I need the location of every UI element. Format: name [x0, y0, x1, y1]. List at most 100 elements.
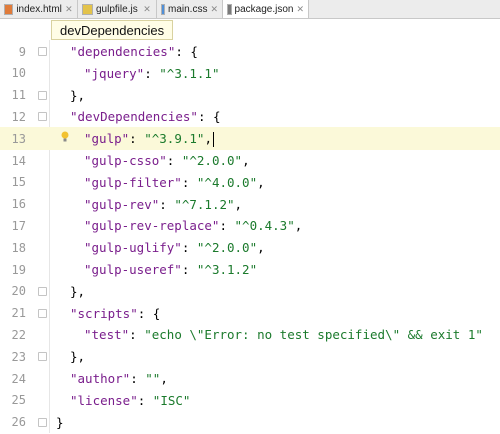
code-text: "gulp-rev-replace": "^0.4.3",: [84, 218, 302, 233]
code-editor[interactable]: 9 "dependencies": {10 "jquery": "^3.1.1" 11…: [0, 40, 500, 433]
code-line: 18 "gulp-uglify": "^2.0.0",: [0, 236, 500, 259]
close-icon[interactable]: ✕: [296, 4, 304, 15]
code-line: 16 "gulp-rev": "^7.1.2",: [0, 193, 500, 216]
json-punctuation: :: [159, 196, 175, 212]
fold-marker-icon[interactable]: [38, 112, 47, 122]
json-punctuation: :: [144, 65, 160, 81]
line-number: 14: [11, 153, 26, 168]
json-key: "gulp-filter": [84, 174, 182, 190]
json-string-value: "^3.1.1": [159, 65, 220, 81]
code-line: 13 "gulp": "^3.9.1",: [0, 127, 500, 151]
code-line: 22 "test": "echo \"Error: no test specifi…: [0, 323, 500, 346]
css-file-icon: [161, 3, 165, 15]
json-punctuation: ,: [257, 240, 265, 256]
json-key: "dependencies": [70, 44, 176, 59]
json-string-value: "^4.0.0": [196, 174, 258, 190]
code-text: "license": "ISC": [70, 393, 190, 408]
code-text: "gulp-csso": "^2.0.0",: [84, 153, 250, 168]
code-text: "test": "echo \"Error: no test specified…: [84, 327, 483, 342]
close-icon[interactable]: ✕: [142, 4, 152, 15]
line-number: 19: [11, 262, 26, 277]
json-string-value: "ISC": [152, 392, 191, 408]
editor-tab-bar: index.html ✕ gulpfile.js ✕ main.css ✕ package.…: [0, 0, 500, 19]
code-line: 23},: [0, 345, 500, 368]
json-string-value: "^3.9.1": [144, 130, 205, 146]
json-punctuation: : {: [197, 109, 221, 125]
code-text: "author": "",: [70, 371, 168, 386]
json-punctuation: :: [181, 240, 197, 256]
json-punctuation: ,: [234, 196, 243, 212]
lightbulb-icon[interactable]: [61, 131, 69, 142]
fold-marker-icon[interactable]: [38, 352, 47, 362]
code-line: 20},: [0, 280, 500, 303]
json-punctuation: :: [219, 218, 235, 234]
tab-package-json[interactable]: package.json ✕: [223, 0, 309, 18]
json-punctuation: ,: [294, 218, 303, 234]
line-number: 11: [11, 88, 26, 103]
html-file-icon: [4, 3, 14, 15]
tab-label: index.html: [16, 3, 62, 15]
code-text: "scripts": {: [70, 306, 160, 321]
json-punctuation: :: [137, 392, 153, 408]
code-line: 11},: [0, 84, 500, 107]
json-string-value: "^0.4.3": [234, 218, 295, 234]
json-punctuation: }: [56, 414, 64, 430]
js-file-icon: [82, 3, 93, 15]
fold-marker-icon[interactable]: [38, 90, 47, 100]
close-icon[interactable]: ✕: [65, 4, 73, 15]
code-text: "dependencies": {: [70, 44, 198, 59]
code-text: "gulp-filter": "^4.0.0",: [84, 175, 265, 190]
json-punctuation: ,: [242, 153, 250, 168]
breadcrumb-popup[interactable]: devDependencies: [51, 20, 174, 40]
fold-marker-icon[interactable]: [38, 417, 47, 427]
line-number: 9: [18, 44, 26, 59]
line-number: 26: [11, 415, 26, 430]
tab-label: main.css: [168, 3, 208, 15]
code-text: "jquery": "^3.1.1": [84, 66, 220, 81]
json-string-value: "echo \"Error: no test specified\" && ex…: [144, 327, 483, 343]
code-line: 14 "gulp-csso": "^2.0.0",: [0, 149, 500, 172]
code-text: "gulp-useref": "^3.1.2": [84, 262, 257, 277]
tab-index-html[interactable]: index.html ✕: [0, 0, 78, 18]
breadcrumb-popup-label: devDependencies: [60, 22, 165, 38]
tab-main-css[interactable]: main.css ✕: [157, 0, 223, 18]
code-text: "gulp": "^3.9.1",: [84, 131, 214, 147]
line-number: 17: [11, 218, 26, 233]
code-text: },: [70, 349, 85, 364]
json-string-value: "^2.0.0": [196, 240, 258, 256]
code-line: 9 "dependencies": {: [0, 40, 500, 63]
line-number: 10: [11, 66, 26, 81]
tab-label: gulpfile.js: [96, 3, 138, 15]
fold-marker-icon[interactable]: [38, 308, 47, 318]
json-punctuation: },: [70, 283, 86, 299]
json-punctuation: ,: [160, 371, 168, 386]
fold-marker-icon[interactable]: [38, 286, 47, 296]
line-number: 18: [11, 240, 26, 255]
json-key: "license": [70, 392, 138, 408]
json-key: "scripts": [70, 305, 138, 321]
code-text: },: [70, 284, 85, 299]
code-text: "gulp-rev": "^7.1.2",: [84, 197, 242, 212]
line-number: 25: [11, 393, 26, 408]
close-icon[interactable]: ✕: [210, 4, 218, 15]
fold-marker-icon[interactable]: [38, 47, 47, 56]
code-text: "devDependencies": {: [70, 109, 221, 124]
json-punctuation: ,: [204, 130, 212, 146]
line-number: 15: [11, 175, 26, 190]
code-text: },: [70, 88, 85, 103]
tab-gulpfile-js[interactable]: gulpfile.js ✕: [78, 0, 157, 18]
json-punctuation: ,: [257, 174, 265, 190]
json-punctuation: :: [129, 327, 145, 343]
json-key: "gulp-csso": [84, 153, 167, 168]
json-punctuation: :: [130, 371, 146, 386]
json-key: "gulp-uglify": [84, 240, 182, 256]
json-punctuation: :: [181, 262, 197, 277]
code-line: 12 "devDependencies": {: [0, 105, 500, 128]
code-text: }: [56, 415, 64, 430]
code-line: 24 "author": "",: [0, 367, 500, 390]
line-number: 24: [11, 371, 26, 386]
json-punctuation: :: [129, 130, 145, 146]
json-file-icon: [227, 3, 232, 15]
json-key: "gulp-rev-replace": [84, 218, 220, 234]
json-string-value: "^3.1.2": [196, 262, 258, 277]
